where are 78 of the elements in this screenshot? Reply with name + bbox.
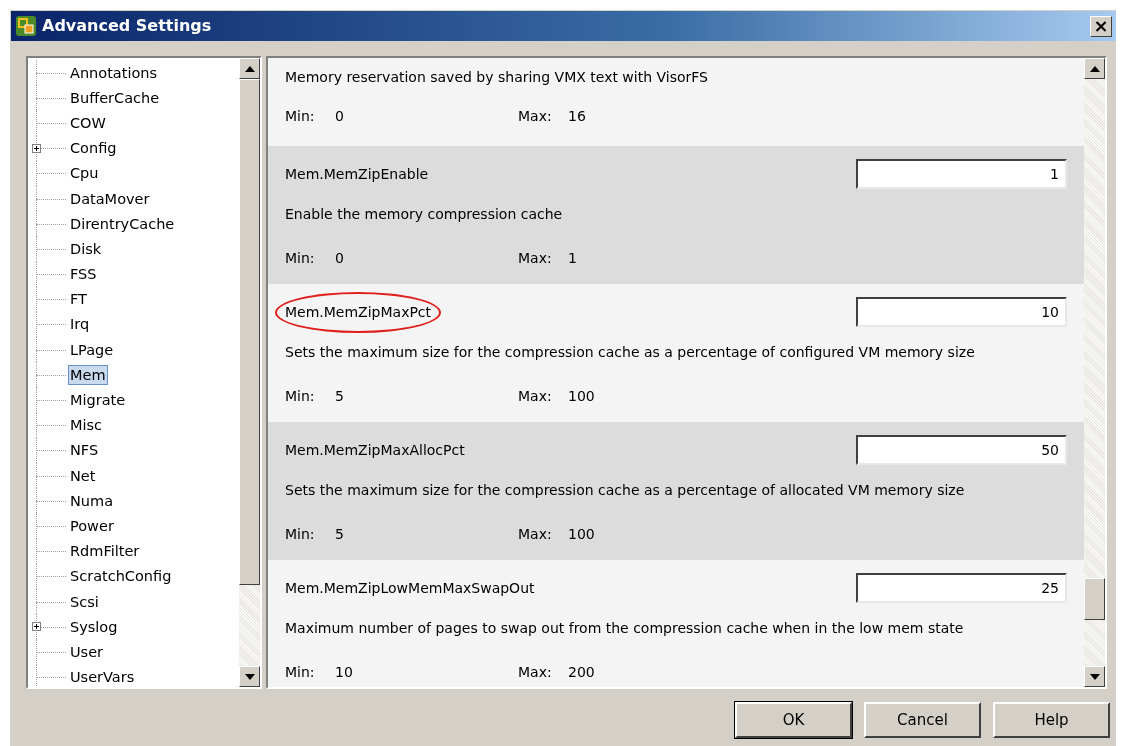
max-label: Max: (518, 524, 553, 544)
tree-item[interactable]: Config (68, 138, 119, 159)
max-value: 16 (568, 106, 586, 126)
max-label: Max: (518, 662, 553, 682)
min-label: Min: (285, 248, 316, 268)
min-value: 5 (335, 524, 345, 544)
tree-item[interactable]: Mem (68, 364, 108, 385)
tree-item[interactable]: Annotations (68, 62, 160, 83)
setting-name: Mem.MemZipMaxPct (275, 291, 442, 333)
value-field[interactable]: 10 (856, 297, 1067, 327)
tree-item[interactable]: Irq (68, 314, 92, 335)
min-value: 5 (335, 386, 345, 406)
tree-item[interactable]: Cpu (68, 163, 101, 184)
tree-item[interactable]: ScratchConfig (68, 566, 174, 587)
window-title: Advanced Settings (42, 15, 213, 37)
max-value: 100 (568, 524, 595, 544)
max-label: Max: (518, 248, 553, 268)
min-label: Min: (285, 524, 316, 544)
expand-icon[interactable] (32, 622, 41, 632)
tree-item[interactable]: COW (68, 112, 108, 133)
min-label: Min: (285, 662, 316, 682)
setting-name: Mem.MemZipEnable (285, 164, 429, 184)
close-button[interactable]: × (1090, 15, 1112, 37)
tree-item[interactable]: Migrate (68, 390, 128, 411)
max-value: 100 (568, 386, 595, 406)
min-value: 0 (335, 106, 345, 126)
tree-item[interactable]: Numa (68, 490, 116, 511)
down-arrow-icon (244, 673, 255, 680)
value-field[interactable]: 50 (856, 435, 1067, 465)
min-label: Min: (285, 386, 316, 406)
max-value: 1 (568, 248, 577, 268)
min-value: 0 (335, 248, 345, 268)
tree-item[interactable]: FT (68, 289, 89, 310)
app-logo-icon (15, 15, 37, 37)
setting-name: Mem.MemZipMaxAllocPct (285, 440, 465, 460)
setting-name: Mem.MemZipLowMemMaxSwapOut (285, 578, 535, 598)
value-field[interactable]: 25 (856, 573, 1067, 603)
scroll-down-button[interactable] (239, 666, 260, 687)
scrollbar[interactable] (239, 58, 260, 687)
min-value: 10 (335, 662, 354, 682)
down-arrow-icon (1089, 673, 1100, 680)
scroll-up-button[interactable] (239, 58, 260, 79)
tree-item[interactable]: User (68, 641, 106, 662)
value-field[interactable]: 1 (856, 159, 1067, 189)
tree-item[interactable]: BufferCache (68, 87, 162, 108)
up-arrow-icon (244, 65, 255, 72)
dialog-button[interactable]: OK (735, 702, 852, 738)
max-value: 200 (568, 662, 595, 682)
tree-item[interactable]: Power (68, 515, 116, 536)
tree-item[interactable]: NFS (68, 440, 101, 461)
scroll-thumb[interactable] (1084, 578, 1105, 620)
tree-item[interactable]: Disk (68, 238, 104, 259)
max-label: Max: (518, 386, 553, 406)
min-label: Min: (285, 106, 316, 126)
setting-description: Maximum number of pages to swap out from the compression cache when in the low mem state (285, 618, 964, 638)
scroll-down-button[interactable] (1084, 666, 1105, 687)
scroll-thumb[interactable] (239, 79, 260, 585)
setting-description: Enable the memory compression cache (285, 204, 563, 224)
tree-item[interactable]: FSS (68, 264, 99, 285)
setting-description: Memory reservation saved by sharing VMX text with VisorFS (285, 67, 708, 87)
tree-item[interactable]: UserVars (68, 667, 137, 687)
tree-item[interactable]: RdmFilter (68, 541, 142, 562)
tree-item[interactable]: DataMover (68, 188, 152, 209)
max-label: Max: (518, 106, 553, 126)
setting-description: Sets the maximum size for the compression cache as a percentage of allocated VM memory size (285, 480, 965, 500)
tree-item[interactable]: Scsi (68, 591, 101, 612)
tree-item[interactable]: Misc (68, 415, 105, 436)
tree-item[interactable]: DirentryCache (68, 213, 177, 234)
tree-item[interactable]: Net (68, 465, 98, 486)
up-arrow-icon (1089, 65, 1100, 72)
scrollbar[interactable] (1084, 58, 1105, 687)
dialog-button[interactable]: Help (993, 702, 1110, 738)
tree-item[interactable]: LPage (68, 339, 116, 360)
expand-icon[interactable] (32, 143, 41, 153)
scroll-up-button[interactable] (1084, 58, 1105, 79)
tree-item[interactable]: Syslog (68, 616, 120, 637)
dialog-button[interactable]: Cancel (864, 702, 981, 738)
setting-description: Sets the maximum size for the compression cache as a percentage of configured VM memory size (285, 342, 975, 362)
